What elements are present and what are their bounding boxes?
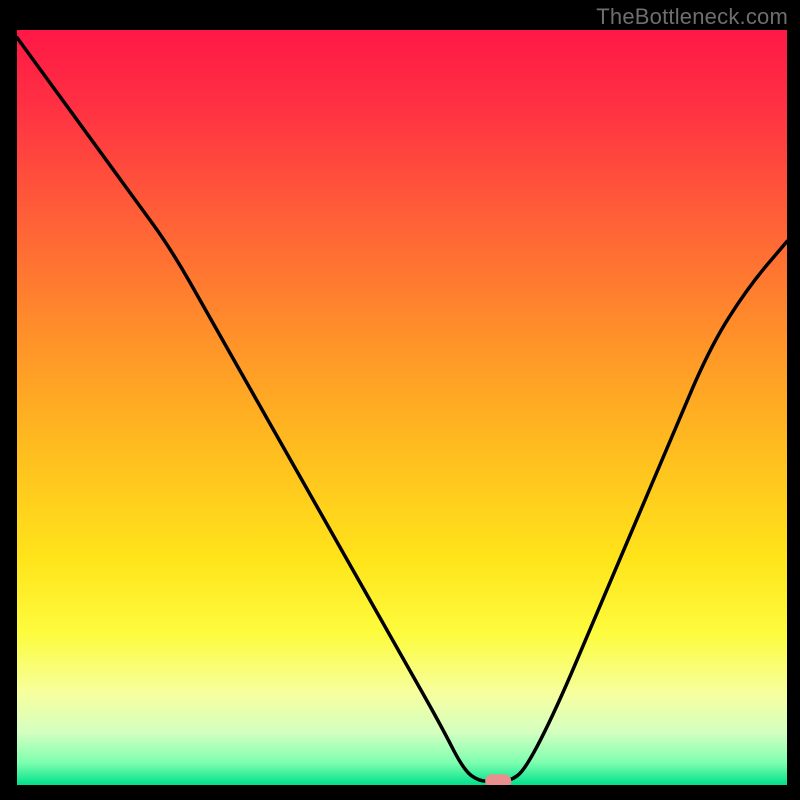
chart-stage: TheBottleneck.com xyxy=(0,0,800,800)
gradient-fill xyxy=(17,30,787,785)
optimal-marker xyxy=(485,774,511,785)
bottleneck-chart xyxy=(17,30,787,785)
watermark-text: TheBottleneck.com xyxy=(596,4,788,30)
